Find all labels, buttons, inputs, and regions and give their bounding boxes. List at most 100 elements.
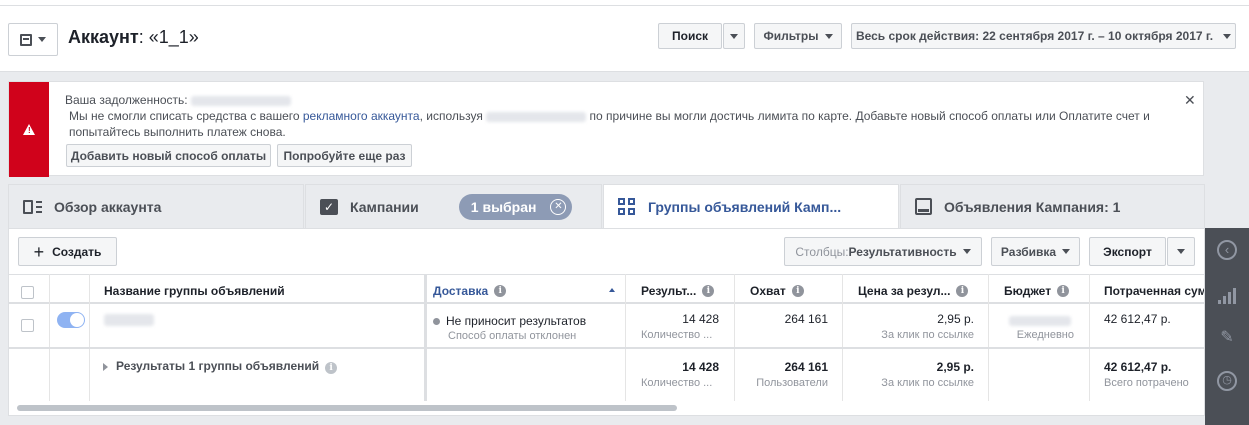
results-sub: Количество ... — [641, 329, 713, 341]
history-clock-icon[interactable]: ◷ — [1217, 371, 1237, 391]
chevron-down-icon — [1177, 249, 1185, 254]
alert-message-line1: Мы не смогли списать средства с вашего р… — [69, 109, 1150, 123]
column-header-cost[interactable]: Цена за резул... i — [858, 276, 993, 306]
column-header-budget[interactable]: Бюджет i — [1004, 276, 1094, 306]
reach-value: 264 161 — [784, 312, 828, 326]
account-menu-button[interactable] — [8, 23, 58, 56]
filters-label: Фильтры — [763, 29, 819, 43]
grid-icon — [618, 198, 635, 215]
info-icon[interactable]: i — [956, 285, 969, 297]
filters-button[interactable]: Фильтры — [754, 23, 842, 49]
column-header-spent[interactable]: Потраченная сум — [1104, 276, 1204, 306]
clear-selection-icon[interactable]: ✕ — [550, 198, 567, 215]
row-checkbox[interactable] — [21, 319, 34, 332]
payment-alert: ! Ваша задолженность: Мы не смогли списа… — [8, 81, 1204, 177]
chart-icon[interactable] — [1218, 286, 1236, 304]
tab-label: Объявления Кампания: 1 — [944, 198, 1121, 215]
debt-line: Ваша задолженность: — [65, 93, 291, 107]
tab-ads[interactable]: Объявления Кампания: 1 — [900, 184, 1205, 228]
tab-campaigns[interactable]: ✓ Кампании 1 выбран ✕ — [305, 184, 602, 228]
row-toggle[interactable] — [57, 312, 85, 328]
summary-cost-sub: За клик по ссылке — [881, 377, 974, 389]
chevron-down-icon — [38, 37, 46, 42]
info-icon[interactable]: i — [494, 285, 507, 297]
chevron-down-icon — [730, 33, 738, 39]
column-header-name[interactable]: Название группы объявлений — [104, 276, 424, 306]
column-header-reach[interactable]: Охват i — [750, 276, 850, 306]
selected-chip-label: 1 выбран — [470, 198, 537, 215]
column-header-results[interactable]: Результ... i — [641, 276, 741, 306]
chevron-down-icon — [1062, 249, 1071, 254]
summary-label-text: Результаты 1 группы объявлений — [116, 359, 320, 373]
export-button[interactable]: Экспорт — [1089, 237, 1166, 266]
edit-pencil-icon[interactable]: ✎ — [1217, 328, 1237, 348]
info-icon[interactable]: i — [791, 285, 804, 297]
summary-spent: 42 612,47 р. — [1104, 360, 1172, 374]
tab-label: Кампании — [350, 198, 419, 215]
create-label: Создать — [52, 244, 102, 259]
results-header-label: Результ... — [641, 284, 697, 298]
columns-button[interactable]: Столбцы: Результативность — [784, 237, 982, 266]
tab-label: Группы объявлений Камп... — [648, 198, 842, 215]
sort-asc-icon — [609, 288, 615, 292]
chevron-down-icon — [824, 33, 833, 39]
tab-account-overview[interactable]: Обзор аккаунта — [8, 184, 304, 228]
ad-account-link[interactable]: рекламного аккаунта — [303, 109, 420, 123]
create-button[interactable]: + Создать — [18, 237, 117, 266]
alert-text: Мы не смогли списать средства с вашего — [69, 109, 303, 123]
date-range-label: Весь срок действия: 22 сентября 2017 г. … — [855, 29, 1214, 43]
ad-groups-table: Название группы объявлений Доставка i Ре… — [9, 274, 1204, 401]
info-icon[interactable]: i — [702, 285, 715, 297]
close-icon[interactable]: ✕ — [1184, 92, 1196, 109]
overview-icon — [23, 199, 43, 214]
add-payment-method-button[interactable]: Добавить новый способ оплаты — [66, 144, 271, 167]
tab-ad-groups[interactable]: Группы объявлений Камп... — [603, 184, 899, 228]
info-icon[interactable]: i — [325, 362, 338, 374]
cost-value: 2,95 р. — [937, 312, 974, 326]
ad-groups-panel: + Создать Столбцы: Результативность Разб… — [8, 228, 1205, 416]
reach-header-label: Охват — [750, 284, 786, 298]
tab-label: Обзор аккаунта — [54, 198, 162, 215]
cost-header-label: Цена за резул... — [858, 284, 951, 298]
search-options-button[interactable] — [723, 23, 745, 49]
retry-payment-button[interactable]: Попробуйте еще раз — [277, 144, 412, 167]
top-bar: Аккаунт: «1_1» Поиск Фильтры Весь срок д… — [0, 0, 1249, 72]
budget-redacted — [1009, 313, 1071, 327]
delivery-substatus: Способ оплаты отклонен — [448, 330, 577, 342]
budget-sub: Ежедневно — [1016, 329, 1074, 341]
export-options-button[interactable] — [1167, 237, 1195, 266]
account-label: Аккаунт — [68, 27, 139, 47]
select-all-checkbox[interactable] — [21, 286, 34, 299]
warning-icon: ! — [23, 124, 35, 135]
alert-message-line2: попытайтесь выполнить платеж снова. — [69, 125, 286, 139]
search-button[interactable]: Поиск — [658, 23, 722, 49]
chevron-right-icon[interactable] — [103, 363, 108, 371]
selected-chip[interactable]: 1 выбран ✕ — [458, 193, 573, 220]
summary-label: Результаты 1 группы объявлений i — [116, 359, 338, 374]
breakdown-button[interactable]: Разбивка — [991, 237, 1080, 266]
column-header-delivery[interactable]: Доставка i — [433, 276, 623, 306]
collapse-icon[interactable]: ‹ — [1217, 240, 1237, 260]
summary-results-sub: Количество ... — [641, 377, 713, 389]
horizontal-scrollbar[interactable] — [17, 405, 677, 411]
checkbox-checked-icon: ✓ — [320, 198, 338, 215]
summary-results: 14 428 — [682, 360, 719, 374]
ad-icon — [915, 198, 932, 215]
columns-prefix: Столбцы: — [795, 244, 849, 259]
breakdown-label: Разбивка — [1000, 244, 1057, 259]
info-icon[interactable]: i — [1057, 285, 1070, 297]
summary-reach: 264 161 — [784, 360, 828, 374]
summary-cost: 2,95 р. — [936, 360, 974, 374]
debt-label: Ваша задолженность: — [65, 93, 188, 107]
account-name: : «1_1» — [138, 27, 199, 47]
page-title: Аккаунт: «1_1» — [68, 27, 199, 48]
summary-spent-sub: Всего потрачено — [1104, 377, 1189, 389]
ad-group-name-redacted[interactable] — [104, 312, 154, 326]
chevron-down-icon — [1223, 33, 1232, 39]
columns-value: Результативность — [848, 244, 957, 259]
summary-reach-sub: Пользователи — [756, 377, 828, 389]
alert-text: по причине вы могли достичь лимита по ка… — [589, 109, 1150, 123]
status-dot — [433, 318, 440, 325]
date-range-button[interactable]: Весь срок действия: 22 сентября 2017 г. … — [851, 23, 1236, 49]
right-sidebar: ‹ ✎ ◷ — [1205, 228, 1249, 425]
